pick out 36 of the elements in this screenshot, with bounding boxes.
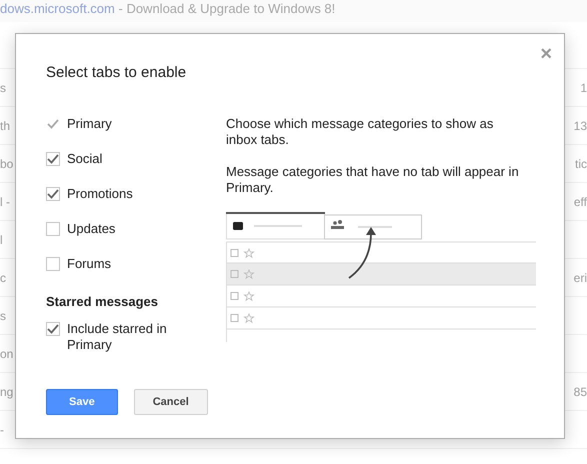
description-text: Choose which message categories to show as inbox tabs. bbox=[226, 116, 494, 148]
checkbox-label: Social bbox=[67, 151, 102, 167]
checkbox[interactable] bbox=[46, 257, 60, 271]
ad-link[interactable]: dows.microsoft.com bbox=[0, 1, 115, 16]
checkbox-label: Primary bbox=[67, 116, 112, 132]
checkbox[interactable] bbox=[46, 187, 60, 201]
message-snippet: ng bbox=[0, 384, 14, 398]
message-snippet: th bbox=[0, 118, 10, 132]
message-snippet: l bbox=[0, 232, 3, 246]
message-snippet: s bbox=[0, 308, 6, 322]
message-snippet: s bbox=[0, 80, 6, 94]
message-snippet: eff bbox=[574, 194, 587, 208]
message-snippet: 13 bbox=[574, 118, 587, 132]
checkbox-label: Updates bbox=[67, 221, 116, 237]
message-snippet: eri bbox=[574, 270, 587, 284]
section-heading: Starred messages bbox=[46, 294, 160, 309]
message-snippet: bo bbox=[0, 156, 14, 170]
message-snippet: on bbox=[0, 346, 14, 360]
cancel-button[interactable]: Cancel bbox=[134, 389, 208, 415]
checkbox-label: Promotions bbox=[67, 186, 133, 202]
ad-text: - Download & Upgrade to Windows 8! bbox=[118, 1, 336, 16]
save-button[interactable]: Save bbox=[46, 389, 118, 415]
message-snippet: c bbox=[0, 270, 6, 284]
message-snippet: 85 bbox=[574, 384, 587, 398]
checkbox-label: Forums bbox=[67, 256, 112, 272]
message-snippet: tic bbox=[575, 156, 587, 170]
checkbox[interactable] bbox=[46, 222, 60, 236]
message-snippet: 1 bbox=[580, 80, 587, 94]
checkbox-label: Include starred in Primary bbox=[67, 321, 168, 353]
dialog-title: Select tabs to enable bbox=[46, 64, 188, 81]
close-button[interactable]: × bbox=[540, 44, 552, 64]
checkbox[interactable] bbox=[46, 152, 60, 166]
message-snippet: - bbox=[0, 422, 4, 436]
message-snippet: l - bbox=[0, 194, 10, 208]
checkbox[interactable] bbox=[46, 322, 60, 336]
description-text: Message categories that have no tab will appear in Primary. bbox=[226, 164, 520, 196]
